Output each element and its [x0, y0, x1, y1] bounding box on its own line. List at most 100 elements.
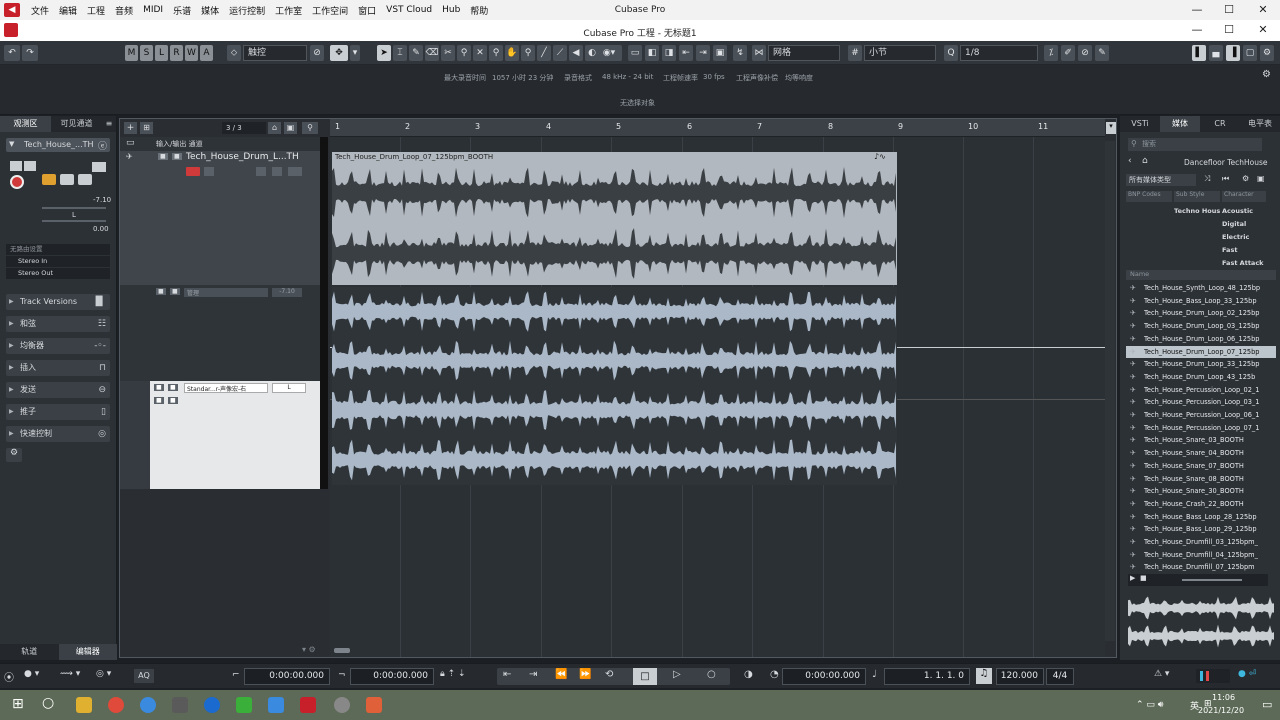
forward-icon[interactable]: ⏩ — [579, 669, 591, 680]
menu-audio[interactable]: 音频 — [110, 4, 138, 17]
timeline-ruler[interactable]: 1 2 3 4 5 6 7 8 9 10 11 ▾ — [330, 119, 1116, 137]
section-sends[interactable]: 发送 ⊖ — [6, 382, 110, 398]
cycle-icon[interactable]: ⟲ — [605, 669, 613, 680]
write-button[interactable]: ■ — [168, 397, 178, 404]
media-file-item[interactable]: Tech_House_Crash_22_BOOTH — [1126, 498, 1276, 511]
automation-icon[interactable]: ⬦ — [227, 45, 241, 61]
track-presets-icon[interactable]: ⊞ — [140, 122, 153, 134]
attr-column-2[interactable]: Sub Style — [1174, 191, 1220, 202]
zoom-tool-icon[interactable]: ⚲ — [489, 45, 503, 61]
quantize-apply-icon[interactable]: ⁒ — [1044, 45, 1058, 61]
nudge-right-icon[interactable]: ◨ — [662, 45, 676, 61]
output-routing-select[interactable]: Stereo Out — [6, 268, 110, 279]
input-routing-select[interactable]: Stereo In — [6, 256, 110, 267]
media-file-item[interactable]: Tech_House_Drum_Loop_02_125bp — [1126, 307, 1276, 320]
media-file-item[interactable]: Tech_House_Drum_Loop_33_125bp — [1126, 358, 1276, 371]
tab-meter[interactable]: 电平表 — [1240, 116, 1280, 132]
media-file-item[interactable]: Tech_House_Bass_Loop_33_125bp — [1126, 295, 1276, 308]
attr-value[interactable]: Fast Attack — [1222, 259, 1264, 267]
iterative-quantize-icon[interactable]: ⊘ — [1078, 45, 1092, 61]
auto-quantize-button[interactable]: AQ — [134, 669, 154, 683]
home-icon[interactable]: ⌂ — [268, 122, 281, 134]
media-file-item[interactable]: Tech_House_Percussion_Loop_02_1 — [1126, 384, 1276, 397]
media-file-item[interactable]: Tech_House_Drum_Loop_06_125bp — [1126, 333, 1276, 346]
record-icon[interactable]: ○ — [707, 669, 716, 680]
go-to-start-icon[interactable]: ⇤ — [503, 669, 511, 680]
close-button[interactable]: ✕ — [1246, 0, 1280, 20]
mute-button[interactable] — [10, 161, 22, 171]
edge-icon[interactable] — [204, 697, 220, 713]
tab-editor[interactable]: 编辑器 — [58, 644, 117, 660]
media-file-item[interactable]: Tech_House_Snare_07_BOOTH — [1126, 460, 1276, 473]
grid-icon[interactable]: # — [848, 45, 862, 61]
nudge-start-icon[interactable]: ⇤ — [679, 45, 693, 61]
shuffle-icon[interactable]: ⤨ — [1204, 174, 1210, 184]
quantize-select[interactable]: 1/8 — [960, 45, 1038, 61]
search-icon[interactable]: ○ — [42, 695, 54, 711]
signature-field[interactable]: 4/4 — [1046, 668, 1074, 685]
pan-value[interactable]: L — [72, 211, 76, 219]
comp-tool-icon[interactable]: ⚲ — [521, 45, 535, 61]
volume-value[interactable]: -7.10 — [93, 196, 111, 204]
horizontal-scrollbar[interactable] — [334, 648, 350, 653]
media-file-item[interactable]: Tech_House_Percussion_Loop_06_1 — [1126, 409, 1276, 422]
tab-visibility[interactable]: 可见通道 — [51, 116, 102, 132]
app-icon[interactable] — [172, 697, 188, 713]
right-locator-field[interactable]: 0:00:00.000 — [350, 668, 434, 685]
nudge-left-icon[interactable]: ◧ — [645, 45, 659, 61]
menu-hub[interactable]: Hub — [437, 5, 465, 15]
automation-panel-icon[interactable]: ⊘ — [310, 45, 324, 61]
section-track-versions[interactable]: Track Versions ▐▌ — [6, 294, 110, 310]
menu-project[interactable]: 工程 — [82, 4, 110, 17]
menu-transport[interactable]: 运行控制 — [224, 4, 270, 17]
track-row-3[interactable]: ■ ■ Standar...r-声像宏-右 L ■ ■ — [150, 381, 320, 489]
settings-icon[interactable]: ⚙ — [1242, 174, 1249, 183]
toolbar-settings-icon[interactable]: ⚙ — [1260, 45, 1274, 61]
feedback-icon[interactable]: ◉▾ — [596, 45, 622, 61]
quantize-icon[interactable]: Q — [944, 45, 958, 61]
inspector-menu-icon[interactable]: ≡ — [102, 116, 116, 132]
tab-cr[interactable]: CR — [1200, 116, 1240, 132]
window-maximize-button[interactable]: ☐ — [1212, 20, 1246, 40]
solo-button[interactable]: ■ — [172, 153, 182, 160]
play-icon[interactable]: ▶ — [1130, 574, 1135, 582]
attr-value[interactable]: Digital — [1222, 220, 1246, 228]
speaker-tool-icon[interactable]: ◀ — [569, 45, 583, 61]
left-locator-field[interactable]: 0:00:00.000 — [244, 668, 330, 685]
search-icon[interactable]: ⚲ — [302, 122, 318, 134]
window-close-button[interactable]: ✕ — [1246, 20, 1280, 40]
back-icon[interactable]: ‹ — [1128, 156, 1132, 166]
constrain-delay-icon[interactable]: ✥ — [330, 45, 348, 61]
menu-help[interactable]: 帮助 — [465, 4, 493, 17]
record-button[interactable] — [186, 167, 200, 176]
section-chords[interactable]: 和弦 ☷ — [6, 316, 110, 332]
rewind-icon[interactable]: ⏪ — [555, 669, 567, 680]
media-file-item[interactable]: Tech_House_Drum_Loop_43_125b — [1126, 371, 1276, 384]
solo-button[interactable]: ■ — [168, 384, 178, 391]
section-fader[interactable]: 推子 ▯ — [6, 404, 110, 420]
preview-volume-slider[interactable] — [1182, 579, 1242, 581]
info-settings-icon[interactable]: ⚙ — [1262, 69, 1271, 80]
collapse-icon[interactable]: ▼ — [9, 140, 14, 148]
undo-icon[interactable]: ↶ — [4, 45, 20, 61]
hand-tool-icon[interactable]: ✋ — [505, 45, 519, 61]
browser-icon[interactable] — [140, 697, 156, 713]
menu-score[interactable]: 乐谱 — [168, 4, 196, 17]
bars-display-icon[interactable]: ♩ — [872, 669, 877, 680]
attr-value[interactable]: Acoustic — [1222, 207, 1253, 215]
inspector-track-header[interactable]: ▼ Tech_House_...TH ⓔ — [6, 138, 110, 152]
record-enable-button[interactable] — [10, 175, 24, 189]
attr-value[interactable]: Fast — [1222, 246, 1237, 254]
show-left-zone-icon[interactable]: ▌ — [1192, 45, 1206, 61]
record-mode-icon[interactable]: ● ▾ — [24, 669, 39, 679]
volume-fader[interactable] — [42, 207, 106, 209]
media-path[interactable]: Dancefloor TechHouse — [1184, 158, 1268, 167]
media-file-item[interactable]: Tech_House_Snare_04_BOOTH — [1126, 447, 1276, 460]
tray-icons[interactable]: ⌃ ▭ 🔊︎ — [1136, 700, 1163, 710]
automation-param[interactable]: 管理 — [184, 288, 268, 297]
edit-channel-icon[interactable]: ⓔ — [98, 139, 107, 152]
redo-icon[interactable]: ↷ — [22, 45, 38, 61]
media-file-item[interactable]: Tech_House_Snare_30_BOOTH — [1126, 485, 1276, 498]
previous-icon[interactable]: ⏮ — [1222, 174, 1229, 184]
minimize-button[interactable]: — — [1180, 0, 1214, 20]
